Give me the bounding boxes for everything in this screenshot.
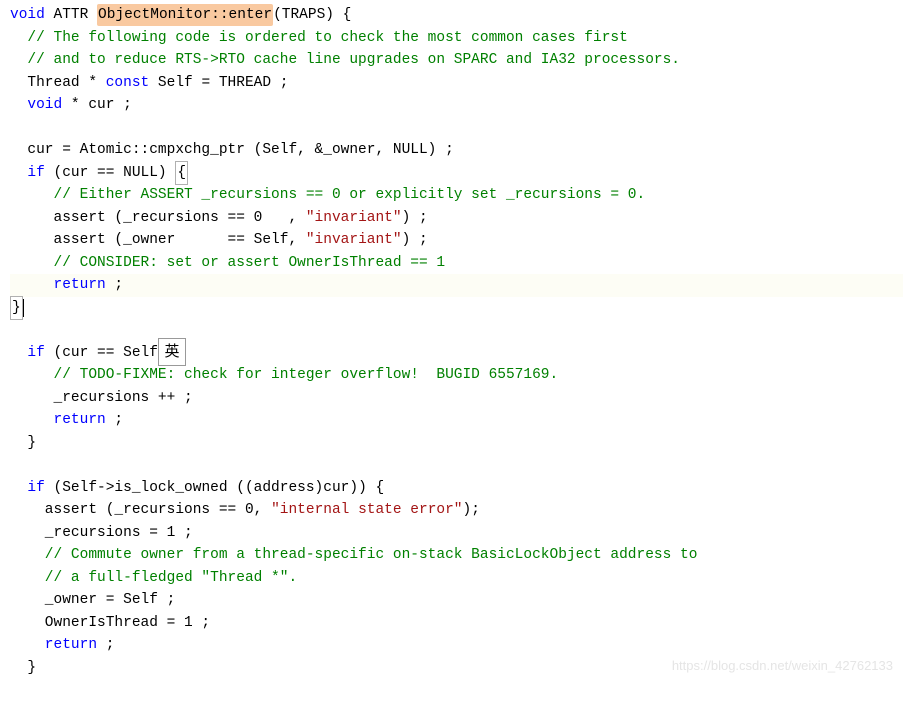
code-line: void ATTR ObjectMonitor::enter(TRAPS) { [10,4,903,27]
code-line: // and to reduce RTS->RTO cache line upg… [10,49,903,72]
code-line: assert (_recursions == 0 , "invariant") … [10,207,903,230]
code-line: _recursions ++ ; [10,387,903,410]
comment: // CONSIDER: set or assert OwnerIsThread… [10,252,445,274]
highlighted-function-name: ObjectMonitor::enter [97,4,273,26]
ime-indicator[interactable]: 英 [158,338,186,366]
comment: // a full-fledged "Thread *". [10,567,297,589]
string: "internal state error" [271,499,462,521]
code-line: cur = Atomic::cmpxchg_ptr (Self, &_owner… [10,139,903,162]
code-line: // The following code is ordered to chec… [10,27,903,50]
code-line: Thread * const Self = THREAD ; [10,72,903,95]
code-line: void * cur ; [10,94,903,117]
watermark-text: https://blog.csdn.net/weixin_42762133 [672,656,893,676]
code-editor[interactable]: void ATTR ObjectMonitor::enter(TRAPS) { … [0,4,903,679]
code-line: assert (_owner == Self, "invariant") ; [10,229,903,252]
code-line: OwnerIsThread = 1 ; [10,612,903,635]
code-line: // a full-fledged "Thread *". [10,567,903,590]
code-line: if (cur == NULL) { [10,162,903,185]
code-line: _recursions = 1 ; [10,522,903,545]
comment: // The following code is ordered to chec… [10,27,628,49]
keyword: void [10,4,45,26]
string: "invariant" [306,229,402,251]
code-line: if (cur == Self) { [10,342,903,365]
code-line [10,319,903,342]
brace-highlight: { [175,161,188,185]
code-line: } [10,297,903,320]
code-line: // Either ASSERT _recursions == 0 or exp… [10,184,903,207]
code-line: // TODO-FIXME: check for integer overflo… [10,364,903,387]
code-line: // Commute owner from a thread-specific … [10,544,903,567]
code-line: return ; [10,409,903,432]
brace-highlight: } [10,296,23,320]
comment: // TODO-FIXME: check for integer overflo… [10,364,558,386]
code-line: } [10,432,903,455]
code-line: if (Self->is_lock_owned ((address)cur)) … [10,477,903,500]
text-cursor [23,299,24,317]
code-line: assert (_recursions == 0, "internal stat… [10,499,903,522]
code-line: _owner = Self ; [10,589,903,612]
code-line: // CONSIDER: set or assert OwnerIsThread… [10,252,903,275]
comment: // Commute owner from a thread-specific … [10,544,697,566]
comment: // Either ASSERT _recursions == 0 or exp… [10,184,645,206]
code-line: return ; [10,634,903,657]
comment: // and to reduce RTS->RTO cache line upg… [10,49,680,71]
code-line [10,117,903,140]
code-line-active: return ; [10,274,903,297]
code-line [10,454,903,477]
string: "invariant" [306,207,402,229]
